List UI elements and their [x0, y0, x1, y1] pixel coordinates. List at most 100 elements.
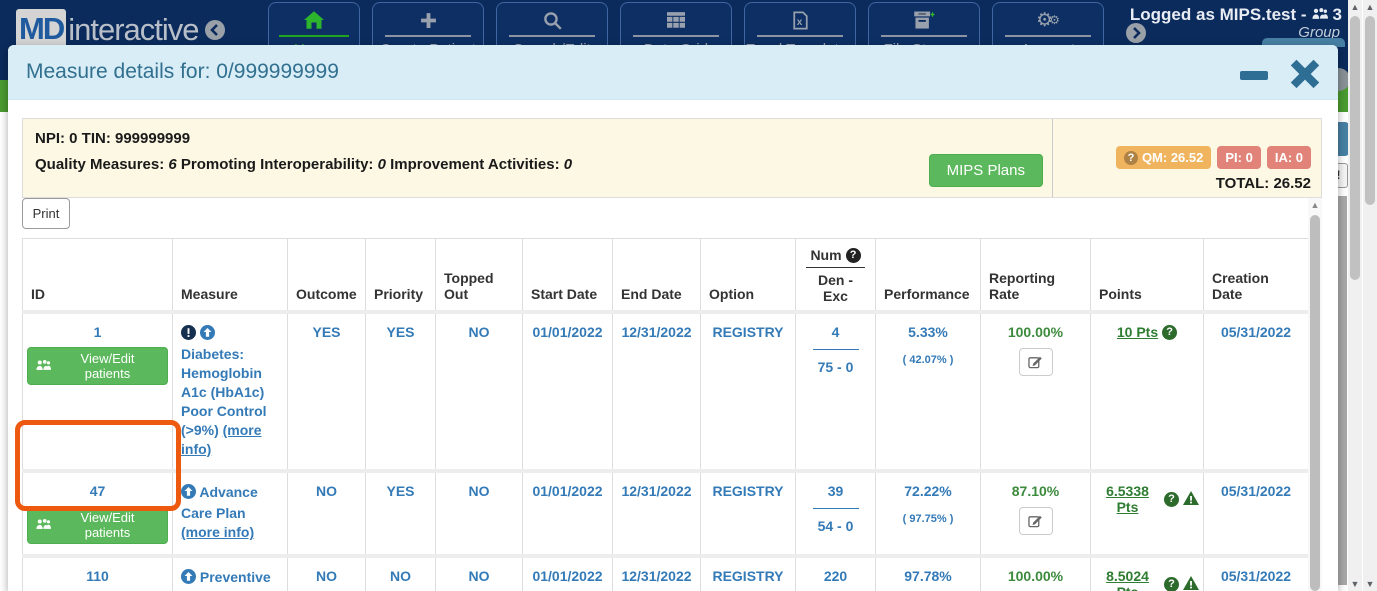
scroll-up-icon[interactable]: ▲	[1348, 2, 1362, 12]
scroll-up-icon[interactable]: ▲	[1308, 200, 1322, 210]
denominator-value: 54 - 0	[800, 518, 871, 534]
mdinteractive-logo[interactable]: MD interactive	[16, 9, 225, 50]
logo-md: MD	[16, 9, 66, 50]
close-icon[interactable]	[1286, 55, 1324, 96]
topped-out-value: NO	[436, 471, 523, 556]
arrow-circle-up-icon[interactable]	[181, 569, 196, 589]
col-num-den: Num? Den - Exc	[796, 239, 876, 313]
scroll-down-icon[interactable]: ▼	[1348, 579, 1362, 589]
edit-icon[interactable]	[1019, 507, 1053, 535]
reporting-rate-value: 100.00%	[985, 568, 1086, 584]
edit-icon[interactable]	[1019, 348, 1053, 376]
col-reporting-rate: Reporting Rate	[981, 239, 1091, 313]
points-cell: 10 Pts ?	[1091, 312, 1204, 471]
chevron-right-icon[interactable]	[1126, 23, 1146, 43]
help-icon: ?	[1124, 151, 1138, 165]
categories-text: Quality Measures: 6 Promoting Interopera…	[35, 156, 1052, 173]
measures-table-wrap: ID Measure Outcome Priority Topped Out S…	[22, 238, 1308, 591]
excel-icon: x	[793, 9, 808, 31]
num-den-cell: 220 225 - 0	[796, 556, 876, 591]
view-edit-label: View/Edit patients	[56, 351, 159, 381]
points-link[interactable]: 10 Pts	[1117, 324, 1158, 340]
scrollbar-thumb[interactable]	[1365, 16, 1375, 205]
measure-id-link[interactable]: 1	[94, 324, 102, 340]
scroll-up-icon[interactable]: ▲	[1363, 2, 1377, 12]
logged-count: 3	[1333, 5, 1342, 25]
warning-icon[interactable]	[1183, 491, 1199, 508]
measures-table: ID Measure Outcome Priority Topped Out S…	[22, 238, 1308, 591]
measure-cell: Advance Care Plan (more info)	[173, 471, 288, 556]
page-scrollbar[interactable]: ▲ ▼	[1363, 0, 1377, 591]
priority-value: YES	[366, 312, 436, 471]
score-badge: ? IA: 0	[1267, 146, 1311, 169]
badge-label: IA: 0	[1275, 150, 1303, 165]
gears-icon: ⚙⚙	[1036, 9, 1060, 31]
numerator-link[interactable]: 4	[832, 324, 840, 340]
outcome-value: NO	[288, 556, 366, 591]
table-scrollbar-thumb[interactable]	[1310, 215, 1320, 591]
npi-tin-text: NPI: 0 TIN: 999999999	[35, 130, 1052, 147]
fraction-line	[813, 349, 859, 350]
badge-label: PI: 0	[1225, 150, 1252, 165]
num-den-cell: 39 54 - 0	[796, 471, 876, 556]
help-icon[interactable]: ?	[846, 248, 861, 263]
home-icon	[304, 9, 324, 31]
minimize-icon[interactable]	[1240, 71, 1268, 80]
logged-as-text: Logged as MIPS.test - 3	[1130, 5, 1342, 25]
chevron-left-icon[interactable]	[205, 20, 225, 40]
col-option: Option	[701, 239, 796, 313]
measure-id-link[interactable]: 47	[90, 483, 106, 499]
modal-scrollbar[interactable]	[1338, 196, 1347, 585]
badge-label: QM: 26.52	[1142, 150, 1203, 165]
id-cell: 1 View/Edit patients	[23, 312, 173, 471]
grid-icon	[667, 9, 685, 31]
measure-details-modal: Measure details for: 0/999999999 NPI: 0 …	[8, 45, 1338, 591]
exclamation-circle-icon[interactable]	[181, 325, 196, 345]
help-icon[interactable]: ?	[1164, 577, 1179, 591]
print-button[interactable]: Print	[22, 198, 70, 229]
performance-cell: 5.33% ( 42.07% )	[876, 312, 981, 471]
numerator-link[interactable]: 39	[828, 483, 844, 499]
priority-value: NO	[366, 556, 436, 591]
points-link[interactable]: 8.5024 Pts	[1095, 568, 1160, 591]
performance-cell: 72.22% ( 97.75% )	[876, 471, 981, 556]
measure-cell: Preventive Care and Screening: Influenza	[173, 556, 288, 591]
measure-id-link[interactable]: 110	[86, 568, 109, 584]
arrow-circle-up-icon[interactable]	[181, 484, 196, 504]
ia-label: Improvement Activities:	[390, 156, 560, 173]
points-link[interactable]: 6.5338 Pts	[1095, 483, 1160, 515]
table-scrollbar[interactable]: ▲	[1308, 198, 1322, 591]
mips-plans-button[interactable]: MIPS Plans	[929, 154, 1043, 187]
reporting-rate-value: 87.10%	[985, 483, 1086, 499]
more-info-link[interactable]: (more info)	[181, 524, 254, 540]
view-edit-patients-button[interactable]: View/Edit patients	[27, 506, 168, 544]
id-cell: 47 View/Edit patients	[23, 471, 173, 556]
topped-out-value: NO	[436, 312, 523, 471]
outer-scrollbar[interactable]: ▲ ▼	[1348, 0, 1362, 591]
col-creation-date: Creation Date	[1204, 239, 1309, 313]
view-edit-patients-button[interactable]: View/Edit patients	[27, 347, 168, 385]
performance-value: 5.33%	[880, 324, 976, 340]
numerator-link[interactable]: 220	[824, 568, 847, 584]
col-id: ID	[23, 239, 173, 313]
modal-header: Measure details for: 0/999999999	[8, 45, 1338, 100]
scrollbar-thumb[interactable]	[1350, 16, 1360, 280]
score-badge: ? QM: 26.52	[1116, 146, 1211, 169]
score-badge: ? PI: 0	[1217, 146, 1260, 169]
total-score: TOTAL: 26.52	[1053, 175, 1311, 192]
reporting-rate-cell: 100.00%	[981, 312, 1091, 471]
col-end-date: End Date	[613, 239, 701, 313]
col-performance: Performance	[876, 239, 981, 313]
priority-value: YES	[366, 471, 436, 556]
arrow-circle-up-icon[interactable]	[200, 325, 215, 345]
id-cell: 110 View/Edit patients	[23, 556, 173, 591]
pi-value: 0	[378, 156, 386, 173]
scroll-down-icon[interactable]: ▼	[1363, 579, 1377, 589]
performance-value: 97.78%	[880, 568, 976, 584]
warning-icon[interactable]	[1183, 576, 1199, 591]
outcome-value: YES	[288, 312, 366, 471]
help-icon[interactable]: ?	[1162, 325, 1177, 340]
help-icon[interactable]: ?	[1164, 492, 1179, 507]
start-date-value: 01/01/2022	[523, 471, 613, 556]
end-date-value: 12/31/2022	[613, 471, 701, 556]
